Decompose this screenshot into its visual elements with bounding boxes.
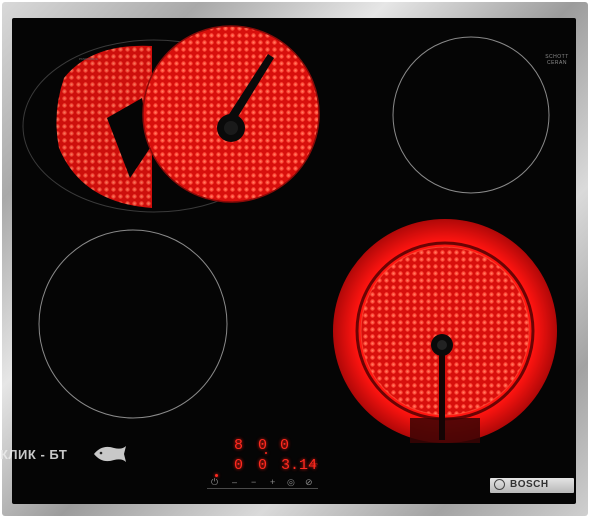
zone-rear-left: [22, 25, 320, 213]
watermark-fish-icon: [94, 446, 126, 462]
timer-icon[interactable]: ◎: [287, 477, 295, 487]
bosch-badge: BOSCH: [490, 478, 574, 493]
plus-button[interactable]: +: [270, 477, 275, 487]
schott-ceran-logo: SCHOTT CERAN: [540, 54, 574, 66]
touch-control-strip: [207, 488, 318, 489]
display-digit-rear-left: 8: [234, 437, 244, 454]
watermark-text: КЛИК - БТ: [0, 447, 68, 462]
ceramic-glass-cooktop: PKN645BB2E SCHOTT CERAN: [12, 18, 576, 504]
display-digit-front-right: 0: [258, 457, 268, 474]
minus-button-2[interactable]: −: [251, 477, 256, 487]
model-label: PKN645BB2E: [79, 57, 98, 61]
child-lock-icon[interactable]: ⊘: [305, 477, 313, 487]
display-digit-timer-a: 0: [280, 437, 290, 454]
minus-button[interactable]: –: [232, 477, 237, 487]
bosch-brand-text: BOSCH: [510, 479, 549, 490]
zone-rear-right: [392, 36, 550, 194]
power-icon[interactable]: ⏻: [211, 477, 218, 487]
ceran-text: CERAN: [546, 60, 567, 66]
timer-unit-label: min: [311, 461, 318, 466]
zone-front-right: [333, 219, 557, 443]
bosch-armature-logo-icon: [494, 479, 505, 490]
zone-front-left: [38, 229, 228, 419]
zone-indicator-led: [265, 452, 267, 454]
cooking-zones: [22, 25, 557, 443]
display-digit-front-left: 0: [234, 457, 244, 474]
